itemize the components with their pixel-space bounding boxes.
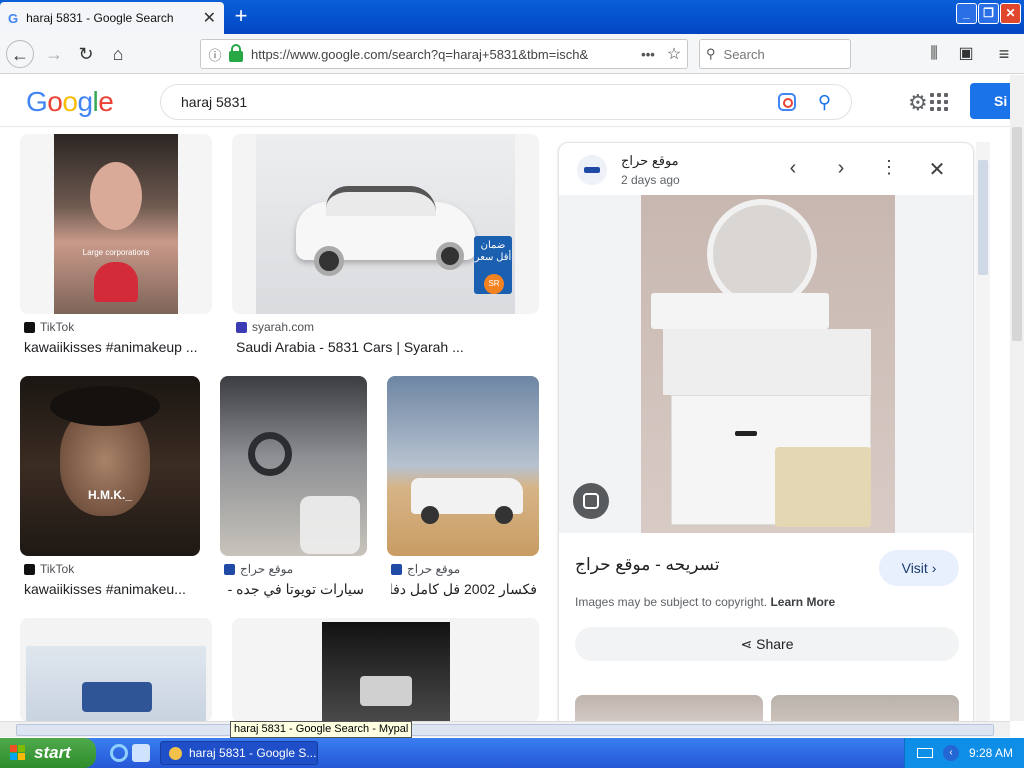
image-result[interactable]: [220, 376, 367, 556]
google-apps-icon[interactable]: [930, 93, 948, 111]
result-source: موقع حراج: [391, 562, 460, 576]
google-favicon-icon: G: [8, 10, 19, 26]
search-icon: ⚲: [706, 46, 716, 61]
query-text: haraj 5831: [181, 94, 248, 110]
related-image[interactable]: [575, 695, 763, 721]
new-tab-button[interactable]: +: [228, 4, 254, 30]
next-image-icon[interactable]: ›: [829, 157, 853, 180]
result-thumbnail: ضمان أقل سعر SR: [256, 134, 515, 314]
windows-taskbar: start haraj 5831 - Google S... ‹ 9:28 AM: [0, 738, 1024, 768]
visit-button[interactable]: Visit ›: [879, 550, 959, 586]
page-actions-icon[interactable]: •••: [635, 47, 661, 62]
more-options-icon[interactable]: ⋮: [877, 157, 901, 178]
internet-explorer-icon[interactable]: [110, 744, 128, 762]
clock[interactable]: 9:28 AM: [969, 746, 1013, 760]
image-result[interactable]: Large corporations: [20, 134, 212, 314]
close-window-button[interactable]: ✕: [1000, 3, 1021, 24]
result-thumbnail: [26, 646, 206, 722]
browser-tab[interactable]: G haraj 5831 - Google Search ✕: [0, 2, 224, 34]
previous-image-icon[interactable]: ‹: [781, 157, 805, 180]
learn-more-link[interactable]: Learn More: [770, 595, 835, 609]
result-title[interactable]: فكسار 2002 فل كامل دفلوك...: [391, 581, 537, 598]
quick-launch-icon[interactable]: [132, 744, 150, 762]
result-title[interactable]: Saudi Arabia - 5831 Cars | Syarah ...: [236, 339, 536, 355]
google-logo[interactable]: Google: [26, 86, 114, 118]
image-preview-panel: موقع حراج 2 days ago ‹ › ⋮ ✕ تسريحه - مو…: [558, 142, 974, 722]
syarah-icon: [236, 321, 247, 333]
result-title[interactable]: kawaiikisses #animakeup ...: [24, 339, 210, 355]
result-thumbnail: [248, 432, 292, 476]
thumbnail-overlay-text: Large corporations: [82, 248, 150, 257]
status-tooltip: haraj 5831 - Google Search - Mypal: [230, 721, 413, 738]
haraj-icon: [224, 563, 235, 575]
lock-icon: [229, 43, 243, 62]
menu-icon[interactable]: ≡: [990, 40, 1018, 68]
title-bar: G haraj 5831 - Google Search ✕ + _ ❐ ✕: [0, 0, 1024, 34]
search-placeholder: Search: [723, 46, 765, 62]
panel-date: 2 days ago: [621, 173, 680, 187]
close-panel-icon[interactable]: ✕: [925, 157, 949, 182]
bookmark-star-icon[interactable]: ☆: [661, 44, 687, 64]
start-button[interactable]: start: [0, 738, 96, 768]
tray-expand-icon[interactable]: ‹: [943, 745, 959, 761]
page-vertical-scrollbar[interactable]: [1010, 75, 1024, 721]
result-source: TikTok: [24, 320, 74, 334]
browser-app-icon: [169, 747, 182, 760]
image-result[interactable]: [232, 618, 539, 722]
search-image-lens-icon[interactable]: [573, 483, 609, 519]
share-icon: ⋖: [740, 636, 753, 652]
google-search-input[interactable]: haraj 5831 ⚲: [160, 84, 852, 120]
panel-title[interactable]: تسريحه - موقع حراج: [575, 555, 720, 575]
reload-button[interactable]: ↻: [72, 40, 100, 68]
result-title[interactable]: سيارات تويوتا في جده - موق...: [224, 581, 364, 598]
image-result[interactable]: ضمان أقل سعر SR: [232, 134, 539, 314]
navigation-toolbar: ← → ↻ ⌂ ⓘ https://www.google.com/search?…: [0, 34, 1024, 74]
tiktok-icon: [24, 321, 35, 333]
share-button[interactable]: ⋖ Share: [575, 627, 959, 661]
taskbar-window-button[interactable]: haraj 5831 - Google S...: [160, 741, 318, 765]
url-text: https://www.google.com/search?q=haraj+58…: [251, 46, 589, 62]
maximize-window-button[interactable]: ❐: [978, 3, 999, 24]
panel-scrollbar[interactable]: [976, 142, 990, 722]
result-title[interactable]: kawaiikisses #animakeu...: [24, 581, 198, 597]
windows-flag-icon: [10, 745, 26, 761]
result-thumbnail: [322, 622, 450, 722]
sidebar-toggle-icon[interactable]: ▣: [952, 40, 980, 68]
image-result[interactable]: [387, 376, 539, 556]
system-tray: ‹ 9:28 AM: [904, 738, 1024, 768]
related-image[interactable]: [771, 695, 959, 721]
tiktok-icon: [24, 563, 35, 575]
forward-button[interactable]: →: [40, 40, 68, 68]
haraj-logo[interactable]: [577, 155, 607, 185]
image-result[interactable]: [20, 618, 212, 722]
badge-tag: SR: [484, 274, 504, 294]
panel-site-name[interactable]: موقع حراج: [621, 153, 679, 169]
google-lens-icon[interactable]: [777, 93, 796, 111]
minimize-window-button[interactable]: _: [956, 3, 977, 24]
library-icon[interactable]: ⫼: [920, 40, 948, 68]
tab-title: haraj 5831 - Google Search: [26, 11, 174, 25]
settings-gear-icon[interactable]: ⚙: [908, 90, 928, 116]
home-button[interactable]: ⌂: [104, 40, 132, 68]
image-result[interactable]: H.M.K._: [20, 376, 200, 556]
google-header: Google haraj 5831 ⚲ ⚙ Si: [0, 75, 1024, 127]
info-icon[interactable]: ⓘ: [201, 45, 229, 64]
thumbnail-overlay-text: H.M.K._: [87, 488, 132, 502]
preview-image[interactable]: [559, 195, 973, 533]
page-horizontal-scrollbar[interactable]: [0, 721, 1010, 737]
result-source: موقع حراج: [224, 562, 293, 576]
close-tab-icon[interactable]: ✕: [203, 8, 216, 28]
keyboard-icon[interactable]: [917, 748, 933, 758]
result-thumbnail: Large corporations: [54, 134, 178, 314]
haraj-icon: [391, 563, 402, 575]
search-submit-icon[interactable]: ⚲: [818, 92, 831, 113]
result-source: TikTok: [24, 562, 74, 576]
address-bar[interactable]: ⓘ https://www.google.com/search?q=haraj+…: [200, 39, 688, 69]
back-button[interactable]: ←: [6, 40, 34, 68]
result-source: syarah.com: [236, 320, 314, 334]
browser-search-input[interactable]: ⚲ Search: [699, 39, 851, 69]
copyright-notice: Images may be subject to copyright. Lear…: [575, 595, 836, 609]
